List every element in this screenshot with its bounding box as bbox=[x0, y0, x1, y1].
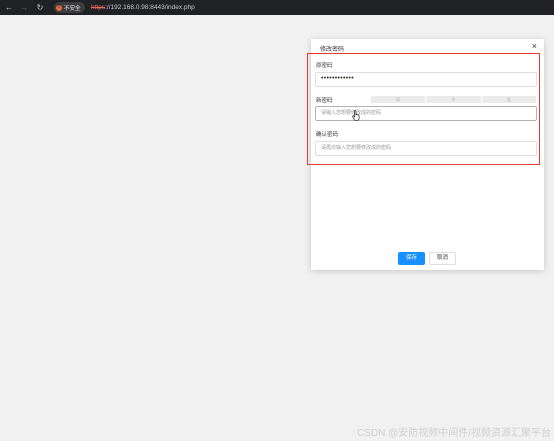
close-icon[interactable]: × bbox=[532, 42, 537, 51]
security-label: 不安全 bbox=[64, 5, 81, 12]
dialog-title: 修改密码 bbox=[320, 47, 345, 53]
browser-toolbar: ← → ↻ 不安全 https://192.168.0.98:8443/inde… bbox=[0, 0, 554, 15]
highlight-box bbox=[307, 53, 540, 165]
watermark: CSDN @安防视频中间件/视频资源汇聚平台 bbox=[356, 428, 551, 439]
back-arrow-icon[interactable]: ← bbox=[4, 0, 14, 15]
security-badge[interactable]: 不安全 bbox=[54, 2, 85, 13]
save-button[interactable]: 保存 bbox=[398, 252, 425, 265]
hand-cursor-icon bbox=[352, 110, 360, 121]
address-bar[interactable]: https://192.168.0.98:8443/index.php bbox=[91, 0, 195, 15]
reload-icon[interactable]: ↻ bbox=[35, 0, 45, 15]
warning-icon bbox=[56, 4, 62, 11]
cancel-button[interactable]: 取消 bbox=[429, 252, 456, 265]
forward-arrow-icon[interactable]: → bbox=[19, 0, 29, 15]
url-rest: ://192.168.0.98:8443/index.php bbox=[105, 4, 195, 11]
url-scheme: https bbox=[91, 4, 106, 11]
